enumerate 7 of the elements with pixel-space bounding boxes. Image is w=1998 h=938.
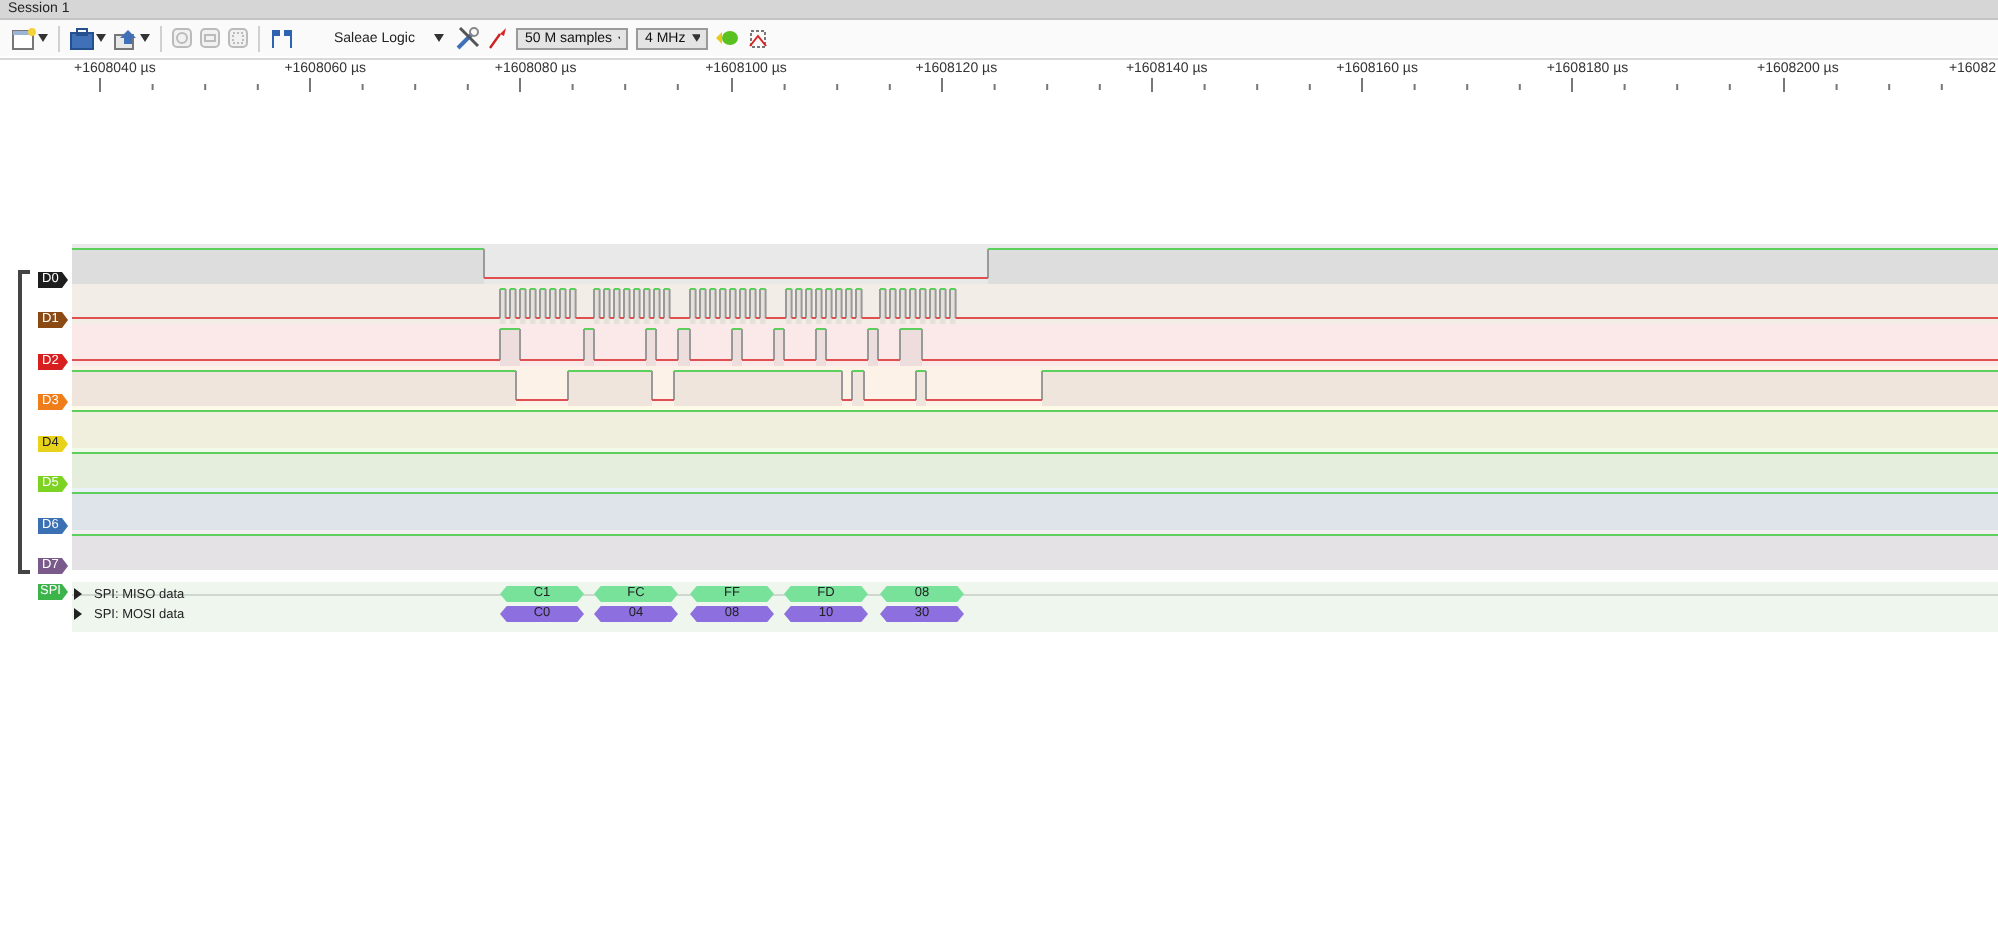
flags-icon[interactable] [270, 24, 294, 52]
new-file-button[interactable] [12, 24, 48, 52]
export-button[interactable] [114, 24, 150, 52]
save-button[interactable] [70, 24, 106, 52]
settings-icon[interactable] [456, 24, 481, 52]
probe-icon[interactable] [488, 24, 509, 52]
trigger-view-icon[interactable] [748, 24, 769, 52]
